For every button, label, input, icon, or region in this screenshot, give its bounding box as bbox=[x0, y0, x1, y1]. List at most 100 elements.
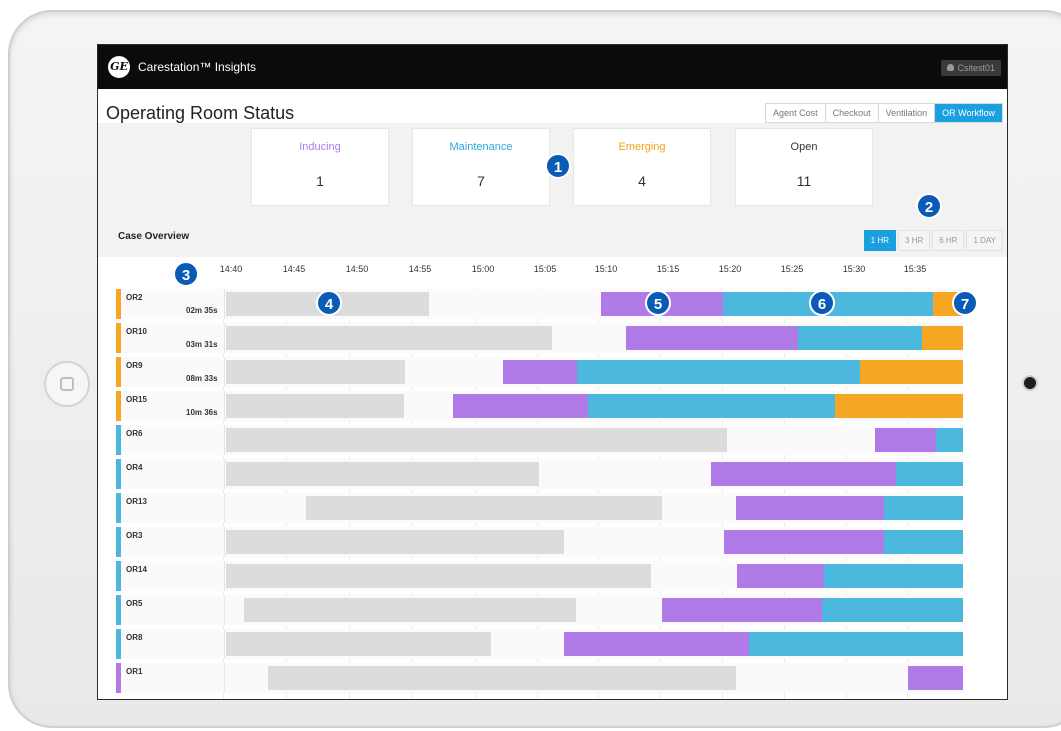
row-status-strip bbox=[116, 323, 121, 353]
timeline-bar-maintenance[interactable] bbox=[577, 360, 860, 384]
status-card-inducing: Inducing 1 bbox=[251, 128, 389, 206]
table-row[interactable]: OR4 bbox=[98, 459, 1007, 489]
timeline-bar-idle[interactable] bbox=[226, 428, 727, 452]
table-row[interactable]: OR2 02m 35s bbox=[98, 289, 1007, 319]
row-divider bbox=[224, 323, 225, 353]
table-row[interactable]: OR6 bbox=[98, 425, 1007, 455]
row-status-strip bbox=[116, 663, 121, 693]
status-label: Maintenance bbox=[449, 141, 513, 153]
timeline-bar-inducing[interactable] bbox=[875, 428, 936, 452]
time-axis-label: 15:00 bbox=[471, 264, 495, 274]
time-axis-label: 14:55 bbox=[408, 264, 432, 274]
timeline-bar-maintenance[interactable] bbox=[884, 530, 963, 554]
timeline-bar-maintenance[interactable] bbox=[798, 326, 922, 350]
row-status-strip bbox=[116, 459, 121, 489]
timeline-bar-maintenance[interactable] bbox=[884, 496, 963, 520]
timeline-bar-inducing[interactable] bbox=[908, 666, 963, 690]
room-name: OR13 bbox=[126, 497, 147, 506]
timeline-bar-emerging[interactable] bbox=[922, 326, 963, 350]
timeline-bar-inducing[interactable] bbox=[662, 598, 822, 622]
timeline-bar-idle[interactable] bbox=[226, 632, 491, 656]
tab-or-workflow[interactable]: OR Workflow bbox=[935, 104, 1002, 122]
row-divider bbox=[224, 289, 225, 319]
status-card-emerging: Emerging 4 bbox=[573, 128, 711, 206]
time-axis-label: 14:40 bbox=[219, 264, 243, 274]
timeline-bar-maintenance[interactable] bbox=[896, 462, 963, 486]
row-status-strip bbox=[116, 391, 121, 421]
table-row[interactable]: OR14 bbox=[98, 561, 1007, 591]
timeline-bar-inducing[interactable] bbox=[564, 632, 749, 656]
tab-agent-cost[interactable]: Agent Cost bbox=[766, 104, 826, 122]
timeline-bar-idle[interactable] bbox=[226, 394, 404, 418]
status-label: Emerging bbox=[618, 141, 666, 153]
row-divider bbox=[224, 425, 225, 455]
home-square-icon bbox=[60, 377, 74, 391]
row-divider bbox=[224, 629, 225, 659]
table-row[interactable]: OR9 08m 33s bbox=[98, 357, 1007, 387]
table-row[interactable]: OR15 10m 36s bbox=[98, 391, 1007, 421]
timeline-bar-emerging[interactable] bbox=[860, 360, 963, 384]
range-button-1-hr[interactable]: 1 HR bbox=[863, 230, 896, 251]
status-label: Inducing bbox=[299, 141, 341, 153]
timeline-bar-maintenance[interactable] bbox=[824, 564, 963, 588]
callout-marker: 6 bbox=[809, 290, 835, 316]
table-row[interactable]: OR3 bbox=[98, 527, 1007, 557]
timeline-bar-idle[interactable] bbox=[244, 598, 576, 622]
timeline-bar-inducing[interactable] bbox=[724, 530, 884, 554]
time-axis-label: 15:25 bbox=[780, 264, 804, 274]
table-row[interactable]: OR1 bbox=[98, 663, 1007, 693]
home-button bbox=[44, 361, 90, 407]
room-name: OR14 bbox=[126, 565, 147, 574]
timeline-bar-inducing[interactable] bbox=[453, 394, 588, 418]
timeline-bar-idle[interactable] bbox=[306, 496, 662, 520]
room-name: OR5 bbox=[126, 599, 143, 608]
status-label: Open bbox=[790, 141, 818, 153]
range-button-6-hr[interactable]: 6 HR bbox=[932, 230, 965, 251]
room-name: OR8 bbox=[126, 633, 143, 642]
timeline-bar-idle[interactable] bbox=[268, 666, 736, 690]
status-count: 11 bbox=[796, 173, 812, 189]
table-row[interactable]: OR10 03m 31s bbox=[98, 323, 1007, 353]
top-bar: GE Carestation™ Insights Csitest01 bbox=[98, 45, 1007, 89]
row-status-strip bbox=[116, 357, 121, 387]
timeline-bar-inducing[interactable] bbox=[626, 326, 798, 350]
callout-marker: 7 bbox=[952, 290, 978, 316]
timeline-bar-idle[interactable] bbox=[226, 564, 651, 588]
user-icon bbox=[947, 64, 955, 71]
ge-logo-icon: GE bbox=[108, 56, 130, 78]
range-button-1-day[interactable]: 1 DAY bbox=[966, 230, 1003, 251]
time-axis-label: 15:15 bbox=[656, 264, 680, 274]
timeline-bar-inducing[interactable] bbox=[503, 360, 577, 384]
timeline-bar-inducing[interactable] bbox=[736, 496, 884, 520]
timeline-bar-idle[interactable] bbox=[226, 530, 564, 554]
timeline-bar-inducing[interactable] bbox=[711, 462, 896, 486]
timeline-bar-emerging[interactable] bbox=[835, 394, 963, 418]
timeline-bar-maintenance[interactable] bbox=[936, 428, 963, 452]
room-name: OR6 bbox=[126, 429, 143, 438]
row-divider bbox=[224, 357, 225, 387]
timeline-bar-idle[interactable] bbox=[226, 360, 405, 384]
range-button-3-hr[interactable]: 3 HR bbox=[898, 230, 931, 251]
callout-marker: 2 bbox=[916, 193, 942, 219]
time-axis-label: 15:20 bbox=[718, 264, 742, 274]
row-status-strip bbox=[116, 289, 121, 319]
app-screen: GE Carestation™ Insights Csitest01 Opera… bbox=[97, 44, 1008, 700]
table-row[interactable]: OR8 bbox=[98, 629, 1007, 659]
timeline-bar-idle[interactable] bbox=[226, 326, 552, 350]
room-duration: 03m 31s bbox=[186, 340, 218, 349]
row-status-strip bbox=[116, 425, 121, 455]
room-duration: 02m 35s bbox=[186, 306, 218, 315]
user-menu-button[interactable]: Csitest01 bbox=[941, 60, 1001, 76]
timeline-bar-maintenance[interactable] bbox=[749, 632, 963, 656]
room-name: OR15 bbox=[126, 395, 147, 404]
tab-ventilation[interactable]: Ventilation bbox=[878, 104, 936, 122]
timeline-bar-inducing[interactable] bbox=[737, 564, 824, 588]
row-divider bbox=[224, 527, 225, 557]
timeline-bar-maintenance[interactable] bbox=[822, 598, 963, 622]
timeline-bar-idle[interactable] bbox=[226, 462, 539, 486]
callout-marker: 5 bbox=[645, 290, 671, 316]
table-row[interactable]: OR13 bbox=[98, 493, 1007, 523]
timeline-bar-maintenance[interactable] bbox=[588, 394, 835, 418]
tab-checkout[interactable]: Checkout bbox=[825, 104, 879, 122]
table-row[interactable]: OR5 bbox=[98, 595, 1007, 625]
